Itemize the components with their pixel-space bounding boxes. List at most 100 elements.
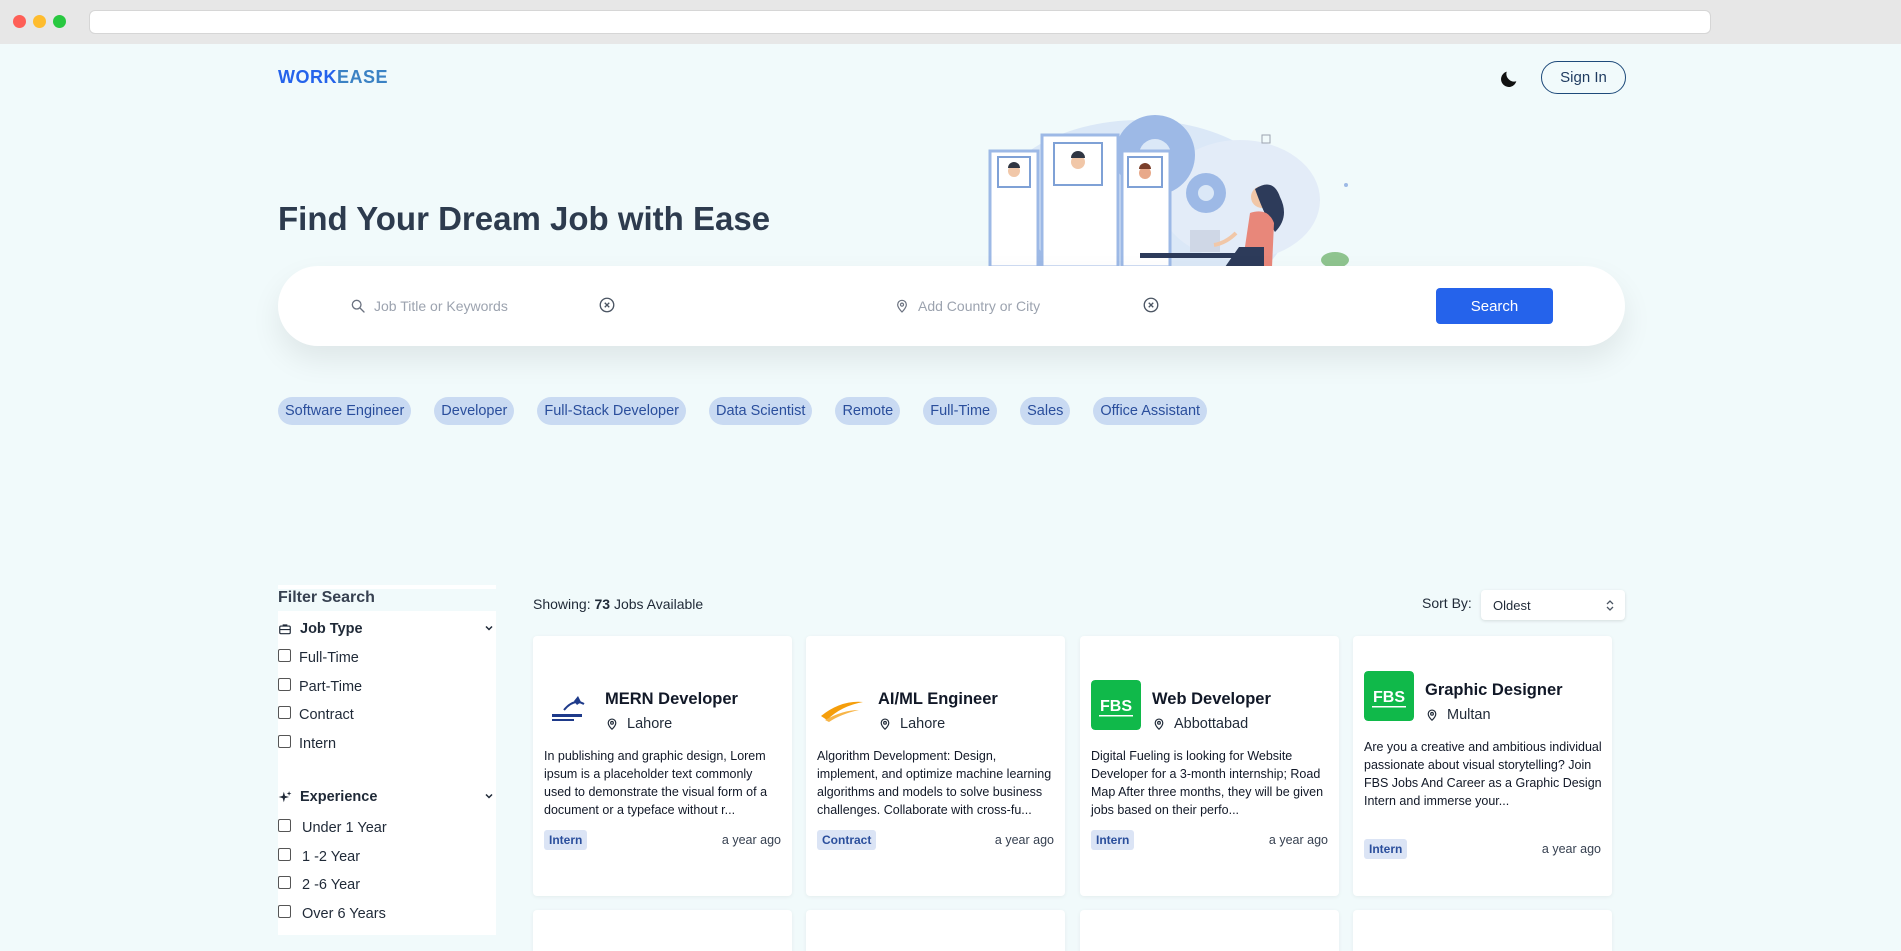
results-count: Showing: 73 Jobs Available	[533, 596, 703, 612]
minimize-window-button[interactable]	[33, 15, 46, 28]
tag-developer[interactable]: Developer	[434, 397, 515, 425]
search-button[interactable]: Search	[1436, 288, 1553, 324]
checkbox[interactable]	[278, 875, 291, 889]
location-input[interactable]	[918, 298, 1138, 314]
option-label: Intern	[299, 736, 337, 752]
tag-data-scientist[interactable]: Data Scientist	[708, 397, 813, 425]
option-label: Part-Time	[299, 679, 363, 695]
fbs-logo: FBS	[1364, 671, 1414, 721]
location-pin-icon	[1427, 709, 1437, 722]
sort-select[interactable]: Oldest	[1481, 590, 1625, 620]
job-type-badge: Intern	[1091, 830, 1135, 850]
tag-remote[interactable]: Remote	[835, 397, 901, 425]
option-label: Under 1 Year	[302, 820, 387, 836]
checkbox[interactable]	[278, 648, 291, 662]
fbs-logo: FBS	[1091, 680, 1141, 730]
job-title-input[interactable]	[374, 298, 594, 314]
popular-tags: Software Engineer Developer Full-Stack D…	[278, 397, 1208, 425]
job-location: Lahore	[878, 716, 945, 732]
filter-option-full-time[interactable]: Full-Time	[278, 648, 359, 666]
job-type-badge: Contract	[817, 830, 877, 850]
showing-suffix: Jobs Available	[613, 596, 704, 612]
option-label: 1 -2 Year	[302, 849, 361, 865]
job-card[interactable]: MERN Developer Lahore In publishing and …	[533, 636, 792, 896]
chevron-down-icon	[485, 625, 493, 631]
experience-label: Experience	[300, 789, 378, 805]
filter-option-1-2-year[interactable]: 1 -2 Year	[278, 847, 361, 865]
location-pin-icon	[880, 718, 890, 731]
checkbox[interactable]	[278, 818, 291, 832]
page-title: Find Your Dream Job with Ease	[278, 200, 771, 237]
fbs-logo-text: FBS	[1100, 698, 1132, 715]
experience-filter-header[interactable]: Experience	[278, 786, 496, 808]
location-search-field	[894, 294, 1138, 318]
job-location-text: Abbottabad	[1174, 716, 1249, 732]
job-description: Are you a creative and ambitious individ…	[1364, 740, 1602, 808]
filter-panel: Filter Search Job Type Full-Time Part-Ti…	[278, 585, 496, 935]
filter-option-intern[interactable]: Intern	[278, 734, 337, 752]
brand-logo[interactable]: WORKEASE	[278, 67, 388, 88]
job-type-badge: Intern	[544, 830, 588, 850]
clear-location-icon[interactable]	[1142, 296, 1160, 314]
job-card[interactable]	[533, 910, 792, 951]
checkbox[interactable]	[278, 705, 291, 719]
job-type-filter-header[interactable]: Job Type	[278, 618, 496, 640]
job-card[interactable]	[1353, 910, 1612, 951]
job-title[interactable]: Graphic Designer	[1425, 681, 1563, 700]
filter-title: Filter Search	[278, 589, 496, 611]
job-card[interactable]	[806, 910, 1065, 951]
close-window-button[interactable]	[13, 15, 26, 28]
filter-option-2-6-year[interactable]: 2 -6 Year	[278, 875, 360, 893]
moon-icon[interactable]	[1498, 68, 1520, 90]
posted-time: a year ago	[721, 833, 781, 847]
clear-job-search-icon[interactable]	[598, 296, 616, 314]
job-location-text: Lahore	[900, 716, 946, 732]
sort-value: Oldest	[1493, 598, 1531, 613]
search-icon	[351, 299, 365, 313]
brand-logo-part2: EASE	[337, 67, 389, 87]
job-title[interactable]: MERN Developer	[605, 690, 738, 709]
sign-in-button[interactable]: Sign In	[1541, 61, 1626, 94]
sort-label: Sort By:	[1422, 595, 1472, 611]
tag-office-assistant[interactable]: Office Assistant	[1093, 397, 1208, 425]
job-card[interactable]: AI/ML Engineer Lahore Algorithm Developm…	[806, 636, 1065, 896]
brand-logo-part1: WORK	[278, 67, 337, 87]
address-bar[interactable]	[89, 10, 1711, 34]
hero-illustration	[988, 115, 1349, 267]
tag-full-time[interactable]: Full-Time	[923, 397, 998, 425]
filter-option-under-1-year[interactable]: Under 1 Year	[278, 818, 387, 836]
job-location: Abbottabad	[1152, 716, 1248, 732]
briefcase-icon	[279, 624, 291, 635]
job-card[interactable]	[1080, 910, 1339, 951]
location-pin-icon	[607, 718, 617, 731]
job-description: Digital Fueling is looking for Website D…	[1091, 749, 1324, 817]
jobs-count: 73	[594, 596, 611, 612]
job-title[interactable]: Web Developer	[1152, 690, 1271, 709]
filter-option-part-time[interactable]: Part-Time	[278, 677, 363, 695]
location-pin-icon	[1154, 718, 1164, 731]
checkbox[interactable]	[278, 677, 291, 691]
job-description: Algorithm Development: Design, implement…	[817, 749, 1052, 817]
filter-option-over-6-years[interactable]: Over 6 Years	[278, 904, 386, 922]
tag-sales[interactable]: Sales	[1020, 397, 1071, 425]
job-type-badge: Intern	[1364, 839, 1408, 859]
sparkle-icon	[278, 791, 292, 803]
job-location: Multan	[1425, 707, 1491, 723]
option-label: Full-Time	[299, 650, 359, 666]
job-title[interactable]: AI/ML Engineer	[878, 690, 998, 709]
checkbox[interactable]	[278, 847, 291, 861]
checkbox[interactable]	[278, 734, 291, 748]
tag-software-engineer[interactable]: Software Engineer	[278, 397, 412, 425]
job-location-text: Multan	[1447, 707, 1491, 723]
job-search-field	[350, 294, 594, 318]
maximize-window-button[interactable]	[53, 15, 66, 28]
tag-full-stack-developer[interactable]: Full-Stack Developer	[537, 397, 686, 425]
browser-chrome	[0, 0, 1901, 44]
job-card[interactable]: FBS Web Developer Abbottabad Digital Fue…	[1080, 636, 1339, 896]
fbs-logo-text: FBS	[1373, 689, 1405, 706]
showing-prefix: Showing:	[533, 596, 591, 612]
job-card[interactable]: FBS Graphic Designer Multan Are you a cr…	[1353, 636, 1612, 896]
checkbox[interactable]	[278, 904, 291, 918]
posted-time: a year ago	[994, 833, 1054, 847]
filter-option-contract[interactable]: Contract	[278, 705, 354, 723]
